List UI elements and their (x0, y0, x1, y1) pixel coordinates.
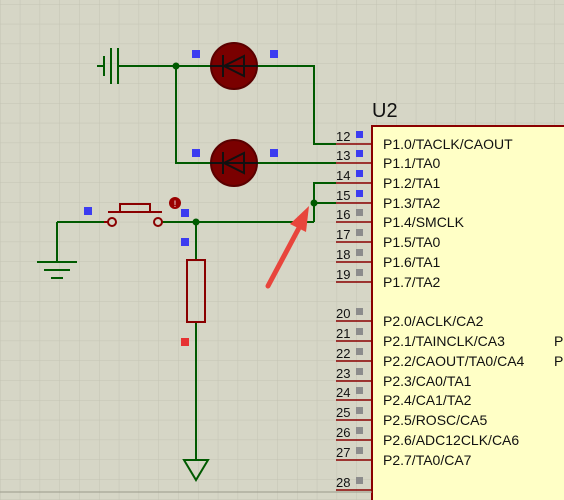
chip-pin-label: P2.6/ADC12CLK/CA6 (383, 432, 519, 448)
chip-pin-number: 23 (336, 366, 350, 381)
chip-pin-marker (356, 170, 363, 177)
chip-pin-number: 26 (336, 425, 350, 440)
chip-pin-number: 15 (336, 188, 350, 203)
junction-dot (310, 199, 318, 207)
chip-pin-number: 25 (336, 405, 350, 420)
chip-pin-marker (356, 427, 363, 434)
chip-pin-number: 14 (336, 168, 350, 183)
chip-pin-number: 19 (336, 267, 350, 282)
chip-pin-label: P1.2/TA1 (383, 175, 441, 191)
chip-pin-label: P1.7/TA2 (383, 274, 441, 290)
chip-pin-marker (356, 368, 363, 375)
chip-pin-marker (356, 249, 363, 256)
chip-pin-label: P2.0/ACLK/CA2 (383, 313, 484, 329)
chip-pin-number: 16 (336, 207, 350, 222)
chip-pin-label: P1.6/TA1 (383, 254, 441, 270)
chip-pin-label: P2.4/CA1/TA2 (383, 392, 472, 408)
chip-pin-marker (356, 387, 363, 394)
chip-pin-label: P1.0/TACLK/CAOUT (383, 136, 513, 152)
chip-pin-number: 24 (336, 385, 350, 400)
chip-pin-number: 28 (336, 475, 350, 490)
chip-pin-number: 21 (336, 326, 350, 341)
chip-pin-marker (356, 308, 363, 315)
chip-pin-number: 18 (336, 247, 350, 262)
chip-pin-marker (356, 131, 363, 138)
chip-pin-label: P2.1/TAINCLK/CA3 (383, 333, 505, 349)
chip-pin-label: P2.3/CA0/TA1 (383, 373, 472, 389)
chip-pin-label-right: P (554, 333, 563, 349)
chip-pin-label: P2.2/CAOUT/TA0/CA4 (383, 353, 525, 369)
chip-pin-marker (356, 328, 363, 335)
diode-icon[interactable] (210, 42, 258, 90)
chip-pin-number: 12 (336, 129, 350, 144)
junction-dot (172, 62, 180, 70)
chip-pin-marker (356, 477, 363, 484)
chip-pin-number: 13 (336, 148, 350, 163)
chip-pin-marker (356, 269, 363, 276)
chip-pin-marker (356, 229, 363, 236)
junction-dot (192, 218, 200, 226)
chip-pin-marker (356, 407, 363, 414)
svg-text:!: ! (174, 199, 177, 209)
chip-pin-number: 27 (336, 445, 350, 460)
chip-pin-marker (356, 447, 363, 454)
chip-pin-label: P2.5/ROSC/CA5 (383, 412, 487, 428)
chip-pin-label-right: P (554, 353, 563, 369)
chip-pin-marker (356, 190, 363, 197)
schematic-canvas[interactable]: U2 12 P1.0/TACLK/CAOUT 13 P1.1/TA0 14 P1.2/TA… (0, 0, 564, 500)
chip-pin-marker (356, 348, 363, 355)
diode-icon[interactable] (210, 139, 258, 187)
chip-pin-marker (356, 150, 363, 157)
chip-pin-number: 17 (336, 227, 350, 242)
chip-ref: U2 (372, 100, 398, 122)
chip-pin-number: 22 (336, 346, 350, 361)
chip-pin-marker (356, 209, 363, 216)
chip-pin-label: P1.1/TA0 (383, 155, 441, 171)
chip-pin-number: 20 (336, 306, 350, 321)
chip-pin-label: P1.5/TA0 (383, 234, 441, 250)
chip-pin-label: P1.4/SMCLK (383, 214, 465, 230)
chip-pin-label: P1.3/TA2 (383, 195, 441, 211)
chip-pin-label: P2.7/TA0/CA7 (383, 452, 472, 468)
